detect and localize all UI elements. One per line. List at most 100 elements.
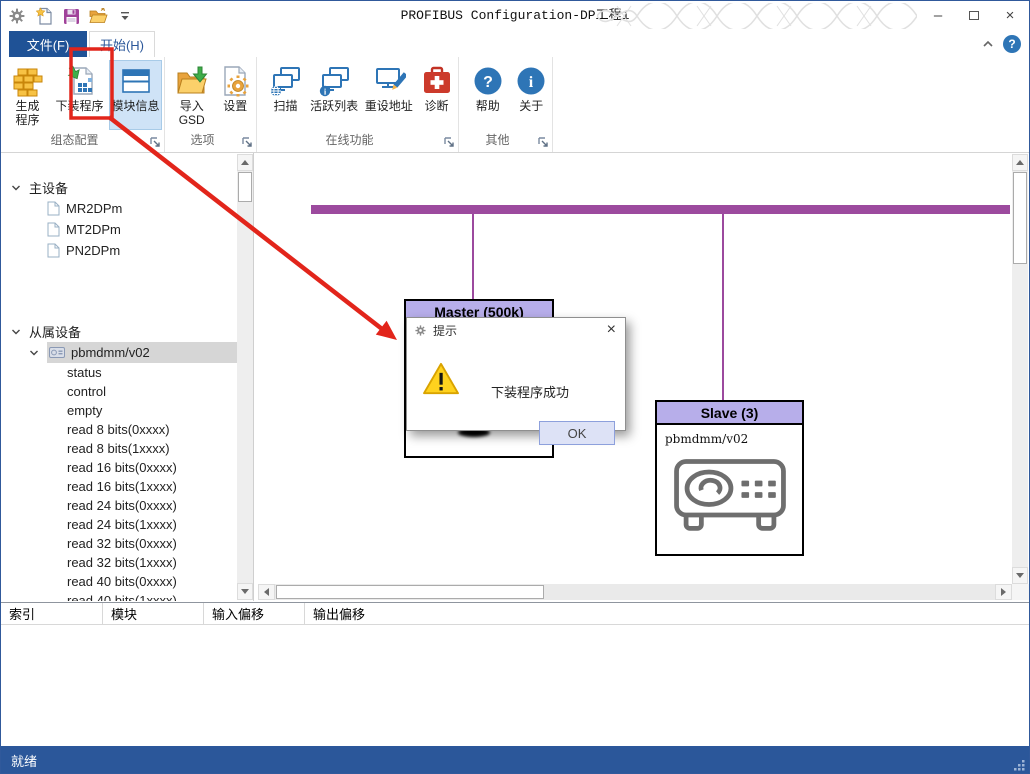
group-label-options: 选项 [165,131,240,148]
ribbon-group-configuration: 生成程序 下装程序 模块信息 组态配置 [1,57,165,152]
ribbon-group-options: 导入GSD 设置 选项 [165,57,257,152]
tree-section-master-devices[interactable]: 主设备 [1,177,253,198]
dialog-launcher-icon[interactable] [537,136,549,148]
table-header-row: 索引 模块 输入偏移 输出偏移 [1,603,1029,625]
message-dialog: 提示 × 下装程序成功 OK [406,317,626,431]
bus-drop-line-master [472,214,474,299]
scrollbar-thumb[interactable] [1013,172,1027,264]
help-icon: ? [471,63,505,99]
group-label-other: 其他 [459,131,536,148]
tree-module-empty[interactable]: empty [1,401,253,420]
close-button[interactable]: × [995,4,1025,26]
reset-address-button[interactable]: 重设地址 [362,60,415,130]
dialog-title: 提示 [433,322,457,339]
tree-scrollbar[interactable] [237,154,253,600]
scroll-right-button[interactable] [995,584,1012,600]
diagnostics-icon [420,63,454,99]
tree-item-pbmdmm-v02[interactable]: pbmdmm/v02 [1,342,253,363]
scrollbar-thumb[interactable] [276,585,544,599]
maximize-button[interactable] [959,4,989,26]
settings-icon [218,63,252,99]
tree-module-read24-0[interactable]: read 24 bits(0xxxx) [1,496,253,515]
slave-device-name: pbmdmm/v02 [657,425,802,446]
column-header-module[interactable]: 模块 [103,603,204,624]
diagnostics-button[interactable]: 诊断 [417,60,456,130]
resize-grip[interactable] [1013,759,1026,772]
network-canvas: Master (500k) Slave (3) pbmdmm/v02 [257,153,1030,601]
document-icon [47,201,60,216]
canvas-horizontal-scrollbar[interactable] [258,584,1012,600]
import-gsd-button[interactable]: 导入GSD [169,60,214,130]
device-icon [49,347,65,358]
tree-module-read8-1[interactable]: read 8 bits(1xxxx) [1,439,253,458]
profibus-bus-line [311,205,1010,214]
live-list-icon: i [317,63,351,99]
column-header-index[interactable]: 索引 [1,603,103,624]
scroll-up-button[interactable] [1012,154,1028,171]
column-header-input-offset[interactable]: 输入偏移 [204,603,305,624]
tree-module-read32-0[interactable]: read 32 bits(0xxxx) [1,534,253,553]
module-info-icon [119,63,153,99]
dialog-close-icon[interactable]: × [607,320,616,340]
import-gsd-icon [175,63,209,99]
tree-module-read24-1[interactable]: read 24 bits(1xxxx) [1,515,253,534]
tree-module-read40-1[interactable]: read 40 bits(1xxxx) [1,591,253,601]
tree-module-read8-0[interactable]: read 8 bits(0xxxx) [1,420,253,439]
ok-button[interactable]: OK [539,421,615,445]
dialog-launcher-icon[interactable] [241,136,253,148]
scroll-up-button[interactable] [237,154,253,171]
tree-module-status[interactable]: status [1,363,253,382]
minimize-button[interactable]: – [923,4,953,26]
canvas-vertical-scrollbar[interactable] [1012,154,1028,584]
dialog-launcher-icon[interactable] [149,136,161,148]
tree-section-slave-devices[interactable]: 从属设备 [1,321,253,342]
chevron-down-icon [11,327,21,337]
device-tree-panel: 主设备 MR2DPm MT2DPm PN2DPm 从属设备 [1,153,254,601]
window-title: PROFIBUS Configuration-DP工程1 [1,1,1029,31]
dialog-body: 下装程序成功 OK [407,342,625,432]
warning-icon [422,362,460,399]
scroll-down-button[interactable] [237,583,253,600]
titlebar: PROFIBUS Configuration-DP工程1 – × [1,1,1029,31]
column-header-output-offset[interactable]: 输出偏移 [305,603,1029,624]
live-list-button[interactable]: i 活跃列表 [308,60,361,130]
settings-button[interactable]: 设置 [216,60,254,130]
tree-item-mt2dpm[interactable]: MT2DPm [1,219,253,240]
collapse-ribbon-icon[interactable] [981,37,995,51]
svg-text:?: ? [483,74,493,91]
dialog-launcher-icon[interactable] [443,136,455,148]
ribbon-help-icon[interactable]: ? [1003,35,1021,53]
tree-item-mr2dpm[interactable]: MR2DPm [1,198,253,219]
tab-file[interactable]: 文件(F) [9,31,87,57]
scrollbar-thumb[interactable] [238,172,252,202]
slave-node[interactable]: Slave (3) pbmdmm/v02 [655,400,804,556]
group-label-online-functions: 在线功能 [257,131,442,148]
help-button[interactable]: ? 帮助 [469,60,507,130]
status-text: 就绪 [11,751,37,770]
tree-module-control[interactable]: control [1,382,253,401]
tree-module-read16-1[interactable]: read 16 bits(1xxxx) [1,477,253,496]
chevron-down-icon [11,183,21,193]
module-info-button[interactable]: 模块信息 [109,60,162,130]
document-icon [47,243,60,258]
tree-module-read16-0[interactable]: read 16 bits(0xxxx) [1,458,253,477]
bricks-icon [11,63,45,99]
scroll-left-button[interactable] [258,584,275,600]
scan-button[interactable]: 扫描 [265,60,306,130]
ribbon-group-other: ? 帮助 i 关于 其他 [459,57,553,152]
document-icon [47,222,60,237]
tree-module-read32-1[interactable]: read 32 bits(1xxxx) [1,553,253,572]
tab-home[interactable]: 开始(H) [89,31,155,57]
window-controls: – × [923,4,1025,26]
download-program-button[interactable]: 下装程序 [52,60,107,130]
about-button[interactable]: i 关于 [513,60,551,130]
scroll-down-button[interactable] [1012,567,1028,584]
tree-item-pn2dpm[interactable]: PN2DPm [1,240,253,261]
maximize-icon [969,11,979,20]
dialog-titlebar[interactable]: 提示 × [407,318,625,342]
generate-program-button[interactable]: 生成程序 [5,60,50,130]
scrollbar-corner [1012,584,1029,600]
about-icon: i [514,63,548,99]
slave-node-header: Slave (3) [657,402,802,425]
tree-module-read40-0[interactable]: read 40 bits(0xxxx) [1,572,253,591]
